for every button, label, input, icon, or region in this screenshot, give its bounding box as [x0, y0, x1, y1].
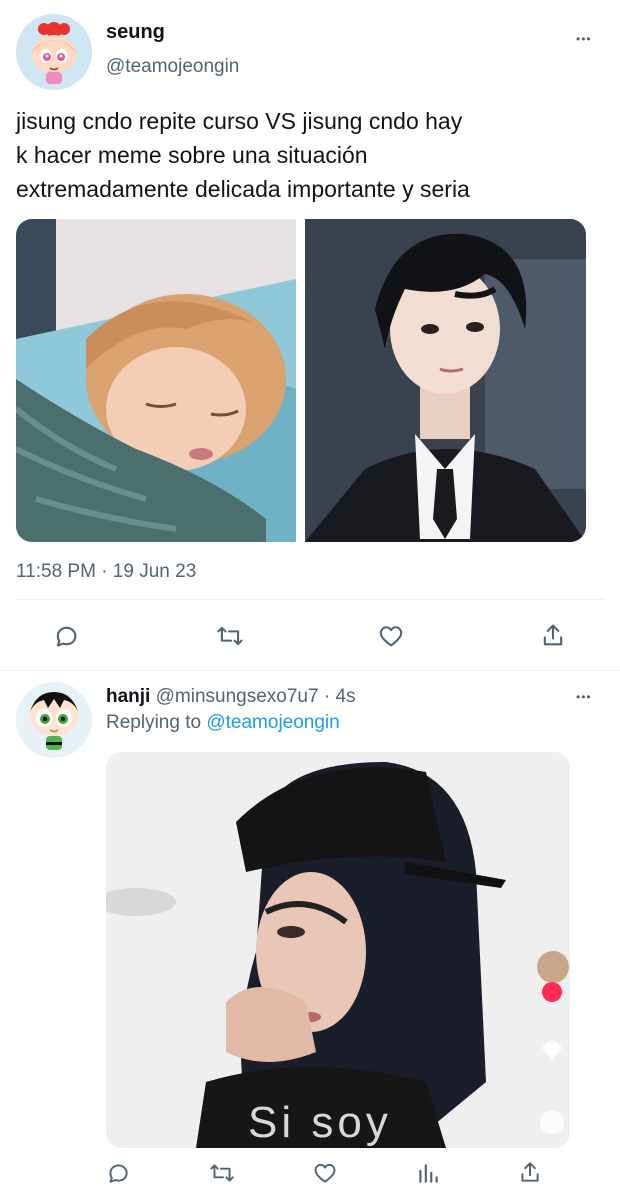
photo-suit[interactable]: [305, 219, 586, 542]
buttercup-avatar-icon: [16, 682, 92, 758]
share-icon[interactable]: [517, 1159, 543, 1185]
tweet-text: jisung cndo repite curso VS jisung cndo …: [16, 104, 470, 206]
reply-image-caption: Si soy: [248, 1098, 392, 1147]
tweet-timestamp[interactable]: 11:58 PM · 19 Jun 23: [16, 561, 196, 583]
reply-handle[interactable]: @minsungsexo7u7: [156, 686, 319, 707]
retweet-icon[interactable]: [208, 1160, 236, 1186]
replying-to-handle-link[interactable]: @teamojeongin: [206, 712, 339, 733]
reply-header: hanji @minsungsexo7u7 · 4s: [106, 686, 356, 708]
media-grid: [16, 219, 586, 542]
reply-media[interactable]: Si soy: [106, 752, 570, 1148]
share-icon[interactable]: [539, 621, 567, 649]
reply-icon[interactable]: [105, 1160, 131, 1186]
reply-more-options-icon[interactable]: •••: [576, 691, 592, 703]
reply-display-name[interactable]: hanji: [106, 686, 150, 707]
avatar-hanji[interactable]: [16, 682, 92, 758]
like-icon[interactable]: [311, 1160, 339, 1186]
tweet-text-line-1: jisung cndo repite curso VS jisung cndo …: [16, 108, 463, 134]
tweet-text-line-2: k hacer meme sobre una situación: [16, 142, 368, 168]
reply-time[interactable]: · 4s: [324, 686, 356, 707]
avatar-seung[interactable]: [16, 14, 92, 90]
photo-sleeping[interactable]: [16, 219, 296, 542]
person-in-suit-image: [305, 219, 586, 542]
blossom-avatar-icon: [16, 14, 92, 90]
handle[interactable]: @teamojeongin: [106, 56, 239, 78]
divider: [16, 599, 604, 600]
more-options-icon[interactable]: •••: [576, 33, 592, 45]
reply-icon[interactable]: [52, 622, 80, 650]
views-icon[interactable]: [415, 1160, 441, 1186]
tweet-text-line-3: extremadamente delicada importante y ser…: [16, 176, 470, 202]
replying-to: Replying to @teamojeongin: [106, 712, 340, 734]
section-divider: [0, 670, 620, 671]
replying-to-label: Replying to: [106, 712, 202, 733]
like-icon[interactable]: [376, 622, 406, 650]
retweet-icon[interactable]: [215, 622, 245, 650]
display-name[interactable]: seung: [106, 21, 165, 44]
sleeping-person-image: [16, 219, 296, 542]
reply-image: [106, 752, 570, 1148]
